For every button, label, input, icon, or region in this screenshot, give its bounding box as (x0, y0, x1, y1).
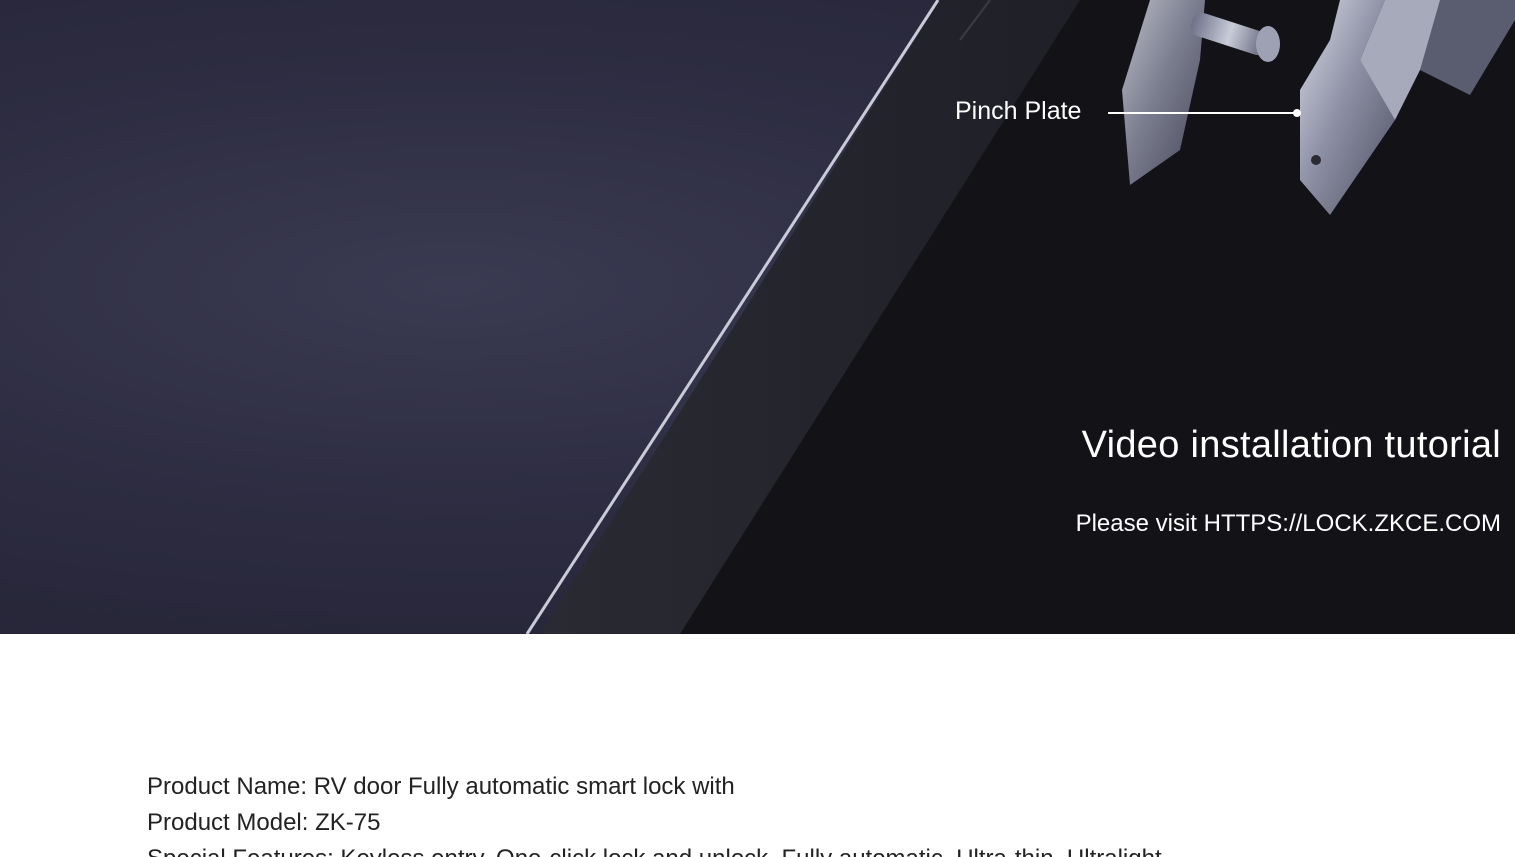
callout-line (1108, 112, 1296, 114)
callout-dot (1293, 109, 1301, 117)
product-page: Pinch Plate Video installation tutorial … (0, 0, 1515, 857)
video-tutorial-title: Video installation tutorial (1081, 424, 1501, 466)
product-name-line: Product Name: RV door Fully automatic sm… (147, 773, 735, 800)
product-model-line: Product Model: ZK-75 (147, 809, 381, 836)
video-tutorial-link[interactable]: Please visit HTTPS://LOCK.ZKCE.COM (1076, 509, 1501, 539)
pinch-plate-label: Pinch Plate (955, 97, 1082, 125)
hero-banner: Pinch Plate Video installation tutorial … (0, 0, 1515, 634)
product-info: Product Name: RV door Fully automatic sm… (147, 769, 1397, 857)
special-features-line: Special Features: Keyless entry, One-cli… (147, 841, 1397, 857)
